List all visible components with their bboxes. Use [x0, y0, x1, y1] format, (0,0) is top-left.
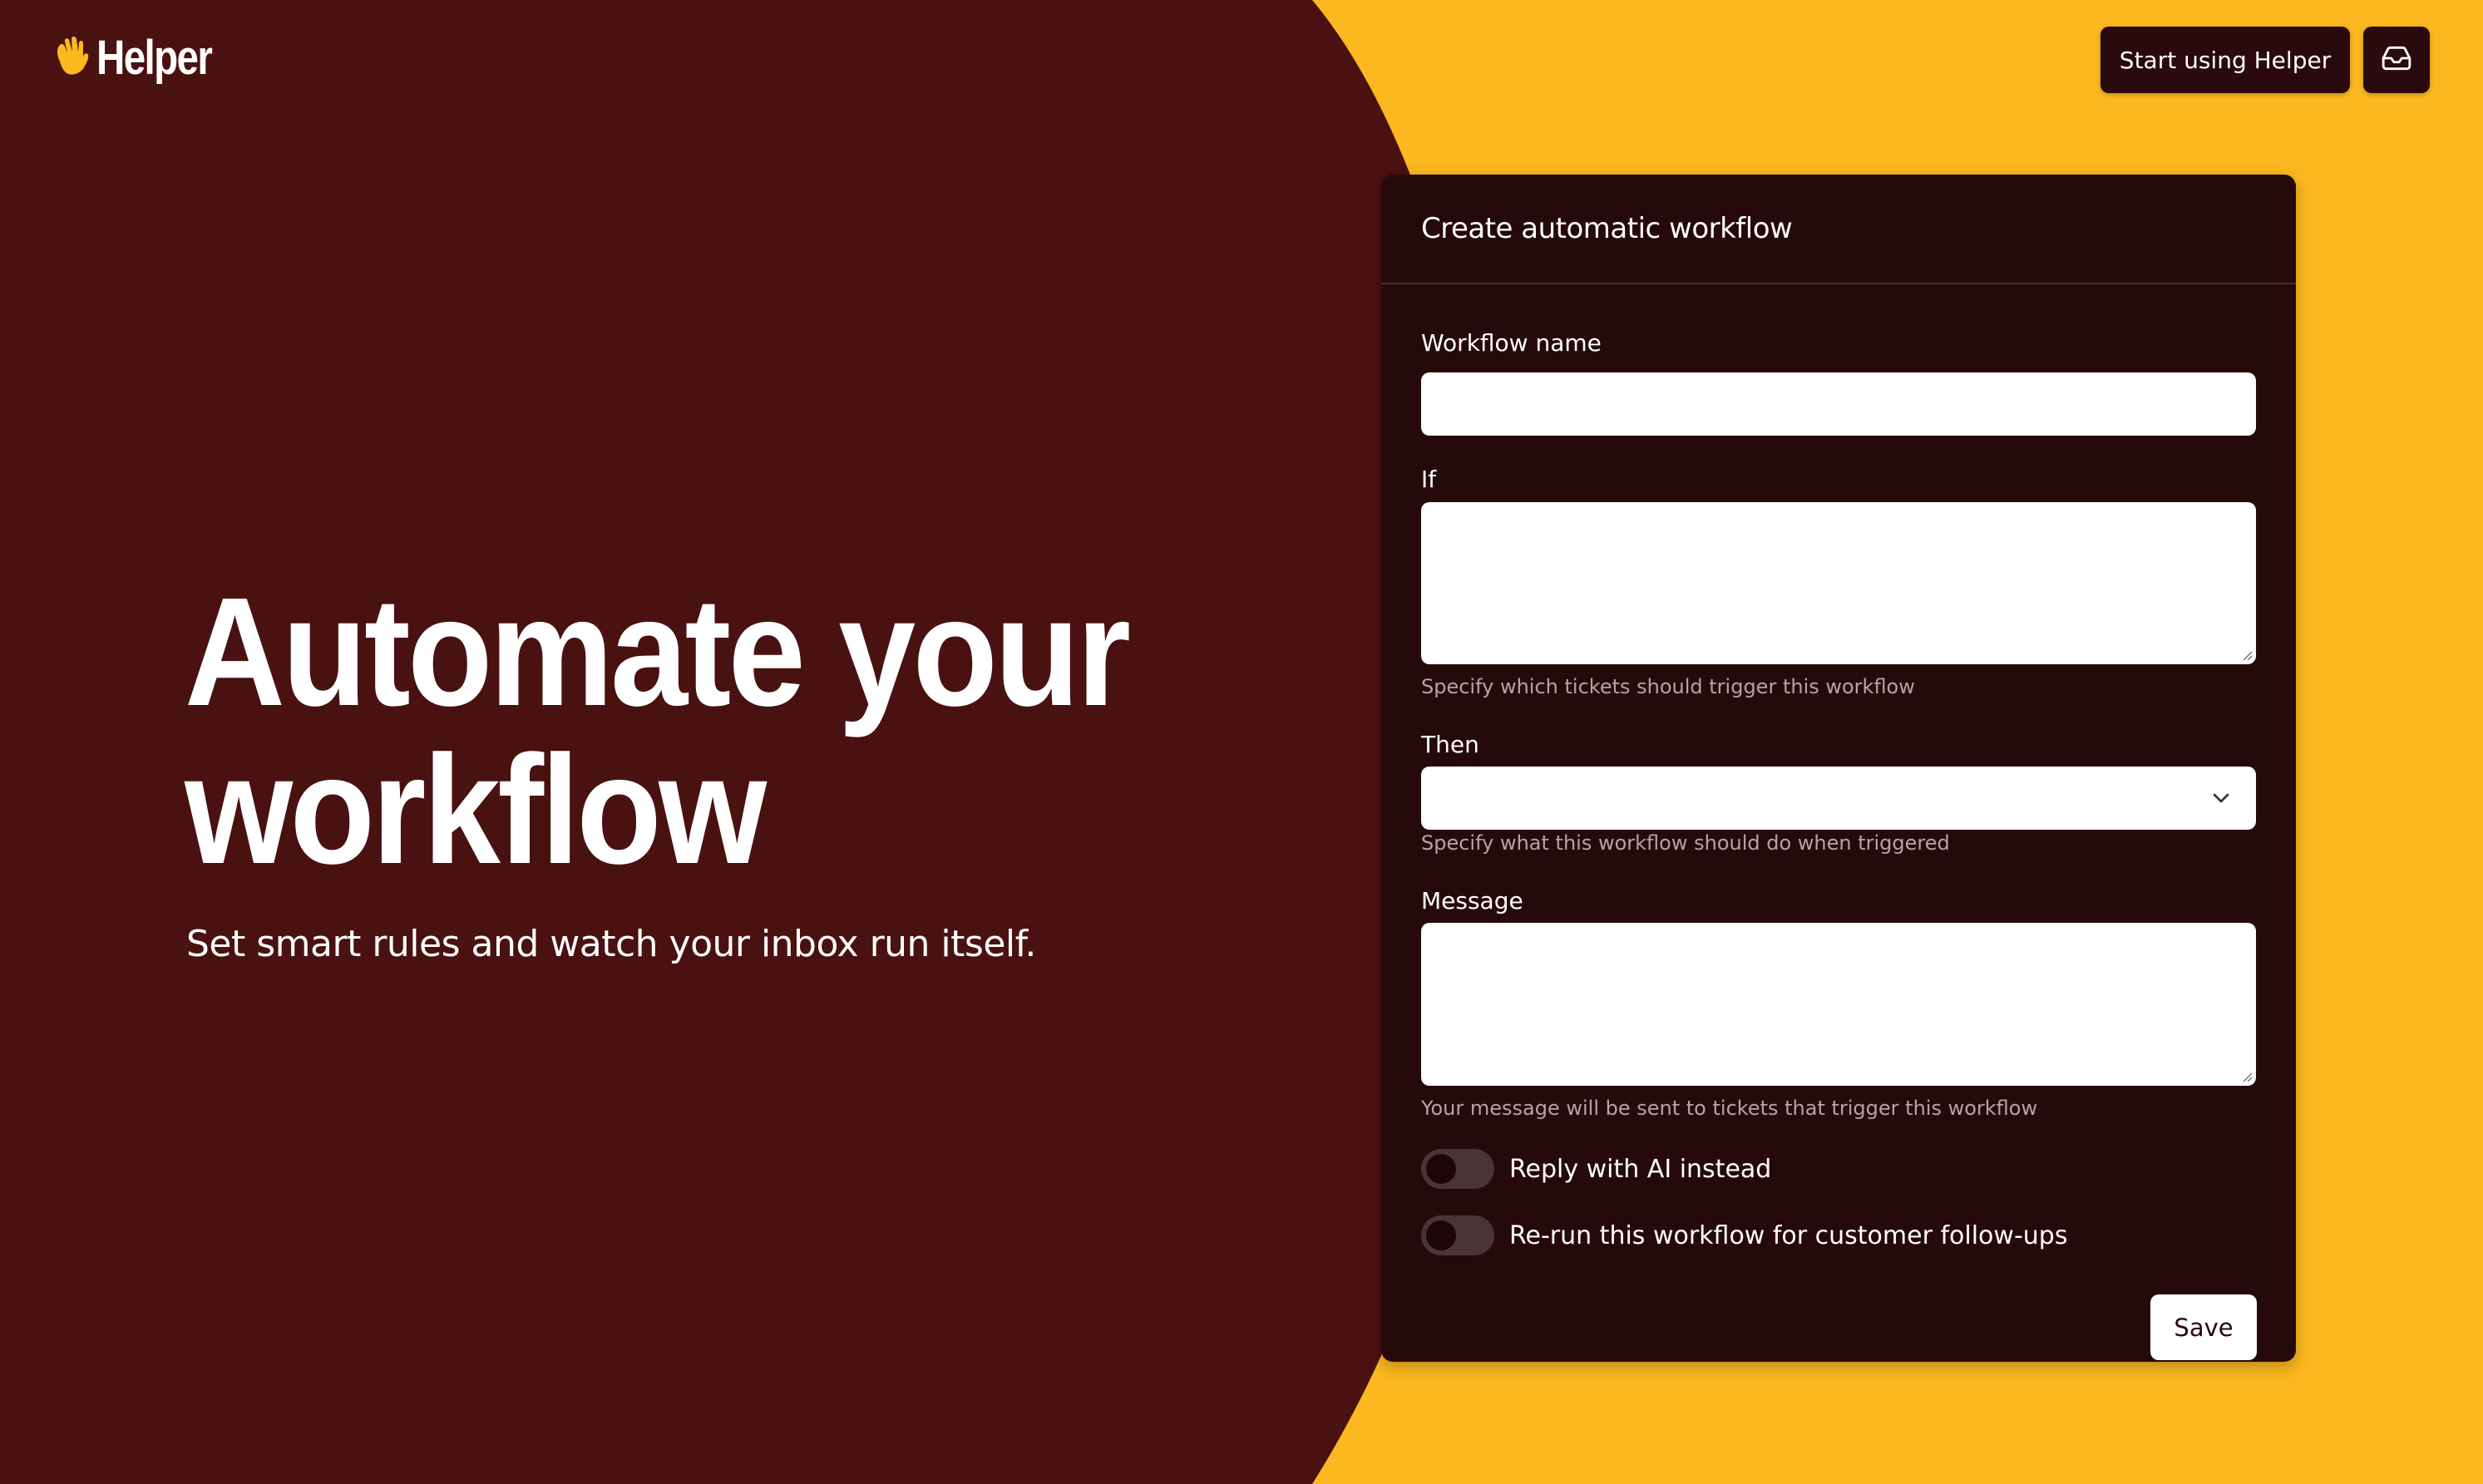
start-using-helper-button[interactable]: Start using Helper — [2100, 27, 2350, 93]
message-label: Message — [1421, 887, 1523, 915]
resize-handle-icon[interactable] — [2241, 649, 2253, 661]
save-button[interactable]: Save — [2150, 1294, 2257, 1360]
card-title: Create automatic workflow — [1421, 212, 1793, 245]
brand-logo[interactable]: Helper — [53, 30, 237, 86]
resize-handle-icon[interactable] — [2241, 1071, 2253, 1082]
inbox-button[interactable] — [2363, 27, 2430, 93]
brand-name: Helper — [96, 31, 213, 85]
workflow-name-input[interactable] — [1421, 372, 2256, 436]
rerun-followups-toggle[interactable] — [1421, 1215, 1494, 1255]
hero-title-line-2: workflow — [185, 724, 767, 896]
message-hint: Your message will be sent to tickets tha… — [1421, 1097, 2038, 1120]
reply-with-ai-toggle-row: Reply with AI instead — [1421, 1149, 1771, 1189]
reply-with-ai-label: Reply with AI instead — [1509, 1154, 1772, 1184]
chevron-down-icon — [2213, 793, 2229, 803]
rerun-followups-label: Re-run this workflow for customer follow… — [1509, 1220, 2068, 1250]
toggle-knob — [1426, 1220, 1456, 1250]
if-textarea[interactable] — [1421, 502, 2256, 664]
then-label: Then — [1421, 731, 1479, 758]
inbox-icon — [2381, 42, 2412, 77]
hero-title: Automate your workflow — [185, 574, 1158, 890]
hero-subtitle: Set smart rules and watch your inbox run… — [186, 923, 1036, 965]
card-header: Create automatic workflow — [1381, 175, 2296, 284]
then-select[interactable] — [1421, 767, 2256, 830]
workflow-name-label: Workflow name — [1421, 329, 1602, 357]
waving-hand-icon — [53, 36, 91, 80]
message-textarea[interactable] — [1421, 923, 2256, 1086]
if-label: If — [1421, 466, 1437, 493]
reply-with-ai-toggle[interactable] — [1421, 1149, 1494, 1189]
hero-title-line-1: Automate your — [185, 566, 1131, 738]
create-workflow-card: Create automatic workflow Workflow name … — [1381, 175, 2296, 1362]
then-hint: Specify what this workflow should do whe… — [1421, 831, 1950, 855]
toggle-knob — [1426, 1154, 1456, 1184]
if-hint: Specify which tickets should trigger thi… — [1421, 675, 1915, 698]
rerun-followups-toggle-row: Re-run this workflow for customer follow… — [1421, 1215, 2067, 1255]
